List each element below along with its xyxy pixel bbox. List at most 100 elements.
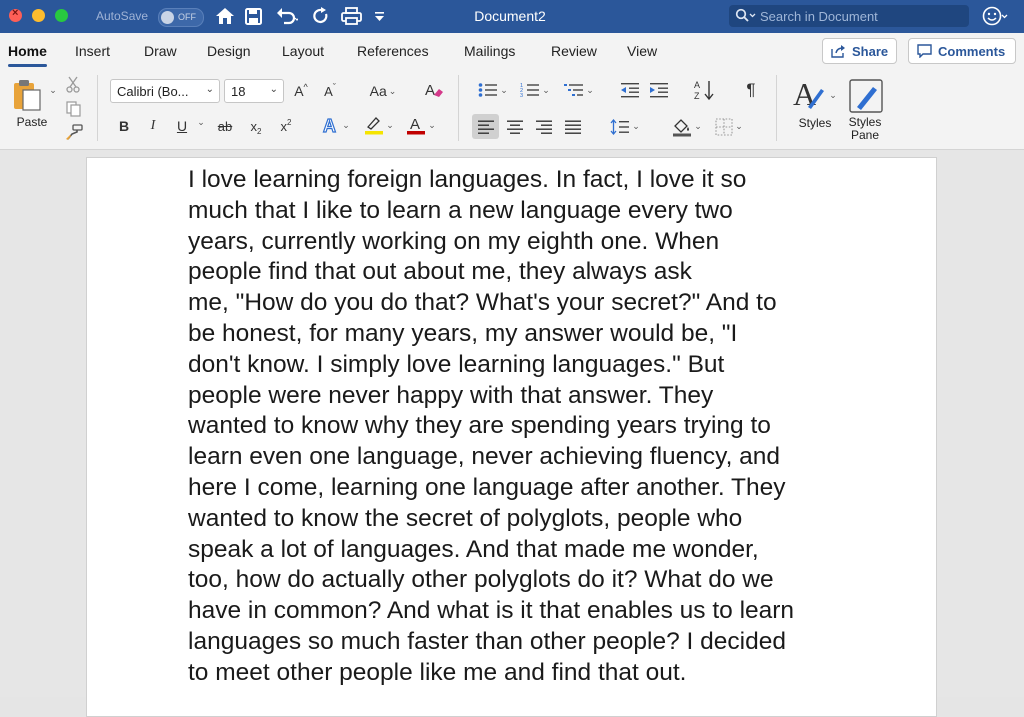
autosave-state: OFF [178, 12, 196, 22]
font-name-dropdown[interactable]: Calibri (Bo... ⌄ [110, 79, 220, 103]
document-page[interactable]: I love learning foreign languages. In fa… [86, 157, 937, 717]
justify-icon[interactable] [561, 114, 585, 139]
tab-review[interactable]: Review [551, 43, 597, 59]
increase-indent-icon[interactable] [647, 79, 671, 101]
shrink-font-glyph: A [324, 83, 333, 99]
tab-layout[interactable]: Layout [282, 43, 324, 59]
shrink-font-button[interactable]: Aˇ [320, 81, 340, 101]
document-title: Document2 [474, 8, 546, 24]
styles-gallery-button[interactable]: A ⌄ [791, 75, 839, 115]
svg-text:A: A [793, 77, 816, 112]
svg-text:3: 3 [520, 93, 523, 98]
paste-label: Paste [16, 115, 48, 129]
svg-text:A: A [425, 82, 435, 99]
change-case-button[interactable]: Aa ⌄ [364, 81, 402, 101]
subscript-button[interactable]: x2 [245, 115, 267, 137]
bullet-list-icon [478, 83, 498, 97]
align-left-icon [477, 120, 494, 134]
format-painter-icon[interactable] [64, 123, 84, 141]
paste-options-caret[interactable]: ⌄ [46, 85, 58, 96]
align-right-icon[interactable] [532, 114, 556, 139]
undo-icon[interactable] [270, 4, 304, 28]
tab-design[interactable]: Design [207, 43, 251, 59]
italic-button[interactable]: I [143, 115, 163, 137]
minimize-window-button[interactable] [32, 9, 45, 22]
tab-insert[interactable]: Insert [75, 43, 110, 59]
font-size-value: 18 [231, 84, 246, 99]
search-in-document[interactable]: Search in Document [729, 5, 969, 27]
borders-icon [715, 117, 733, 136]
line-spacing-button[interactable]: ⌄ [606, 114, 644, 139]
tab-view[interactable]: View [627, 43, 657, 59]
autosave-toggle[interactable]: OFF [158, 8, 204, 27]
multilevel-list-button[interactable]: ⌄ [560, 79, 598, 101]
redo-icon[interactable] [311, 4, 331, 28]
numbered-list-icon: 123 [520, 83, 540, 98]
smiley-feedback-icon[interactable] [982, 5, 1008, 32]
font-color-button[interactable]: A ⌄ [402, 113, 440, 137]
styles-pane-button[interactable] [848, 75, 884, 115]
search-icon [735, 8, 757, 27]
share-button[interactable]: Share [822, 38, 897, 64]
comment-icon [917, 44, 932, 58]
underline-options-caret[interactable]: ⌄ [194, 117, 206, 128]
grow-font-button[interactable]: A ^ [291, 81, 311, 101]
bullets-button[interactable]: ⌄ [474, 79, 512, 101]
font-size-dropdown[interactable]: 18 ⌄ [224, 79, 284, 103]
home-icon[interactable] [214, 4, 236, 28]
ribbon-tabs: Home Insert Draw Design Layout Reference… [0, 33, 1024, 69]
svg-text:A: A [323, 116, 336, 135]
align-left-button[interactable] [472, 114, 499, 139]
clipboard-icon [14, 80, 41, 111]
sort-icon[interactable]: AZ [692, 77, 718, 103]
toggle-knob [161, 11, 174, 24]
comments-button[interactable]: Comments [908, 38, 1016, 64]
tab-home[interactable]: Home [8, 43, 47, 67]
zoom-window-button[interactable] [55, 9, 68, 22]
document-canvas: I love learning foreign languages. In fa… [0, 150, 1024, 717]
ribbon-home: ⌄ Paste Calibri (Bo... ⌄ 18 ⌄ A ^ Aˇ Aa ⌄ … [0, 69, 1024, 150]
save-icon[interactable] [243, 4, 263, 28]
tab-mailings[interactable]: Mailings [464, 43, 515, 59]
styles-icon: A [793, 77, 825, 112]
autosave-label: AutoSave [96, 9, 149, 23]
show-formatting-marks-icon[interactable]: ¶ [740, 78, 762, 102]
close-window-button[interactable] [9, 7, 22, 22]
strikethrough-button[interactable]: ab [214, 115, 236, 137]
highlighter-icon [365, 117, 384, 135]
cut-icon[interactable] [64, 75, 82, 93]
underline-button[interactable]: U [172, 115, 192, 137]
decrease-indent-icon[interactable] [618, 79, 642, 101]
font-color-icon: A [407, 116, 426, 135]
paste-button[interactable] [10, 77, 44, 113]
shading-button[interactable]: ⌄ [668, 114, 706, 139]
tab-references[interactable]: References [357, 43, 429, 59]
tab-draw[interactable]: Draw [144, 43, 177, 59]
superscript-button[interactable]: x2 [275, 115, 297, 137]
bold-button[interactable]: B [114, 115, 134, 137]
borders-button[interactable]: ⌄ [710, 114, 748, 139]
change-case-glyph: Aa [369, 83, 387, 99]
customize-toolbar-icon[interactable] [371, 4, 387, 28]
print-icon[interactable] [339, 4, 363, 28]
copy-icon[interactable] [64, 100, 82, 118]
svg-text:A: A [410, 116, 420, 133]
highlight-color-button[interactable]: ⌄ [360, 113, 398, 137]
font-name-value: Calibri (Bo... [117, 84, 189, 99]
line-spacing-icon [610, 118, 630, 135]
comments-label: Comments [938, 43, 1006, 59]
svg-text:A: A [694, 80, 700, 90]
numbering-button[interactable]: 1 2 3 ⌄ [516, 79, 554, 101]
chevron-down-icon: ⌄ [269, 84, 278, 95]
text-effects-button[interactable]: A ⌄ [318, 113, 354, 137]
styles-label: Styles [798, 116, 832, 130]
clear-formatting-icon[interactable]: A [423, 79, 445, 101]
search-placeholder: Search in Document [760, 9, 878, 24]
document-body-text[interactable]: I love learning foreign languages. In fa… [188, 165, 848, 689]
paint-bucket-icon [673, 118, 692, 136]
grow-font-glyph: A [294, 83, 304, 99]
text-effects-icon: A [323, 115, 337, 135]
align-center-icon[interactable] [503, 114, 527, 139]
separator [458, 75, 459, 141]
styles-pane-label: Styles Pane [848, 115, 882, 142]
